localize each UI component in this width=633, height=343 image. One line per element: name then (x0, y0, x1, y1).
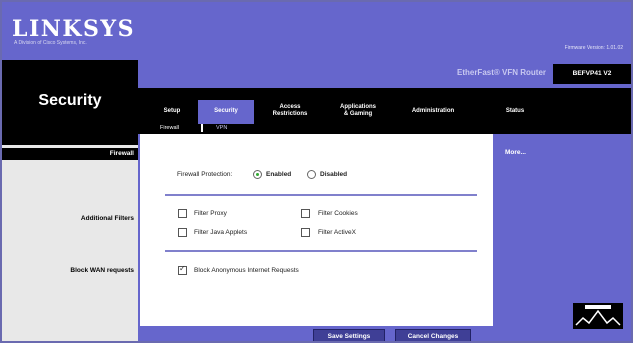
tab-setup[interactable]: Setup (152, 108, 192, 115)
label-column (2, 145, 138, 341)
subtab-divider (201, 124, 203, 132)
model-badge: BEFVP41 V2 (553, 64, 631, 84)
help-column (493, 134, 631, 326)
filter-cookies-checkbox[interactable] (301, 209, 310, 218)
more-help-link[interactable]: More... (505, 149, 526, 156)
additional-filters-label: Additional Filters (80, 215, 134, 222)
product-name: EtherFast® VFN Router (456, 68, 546, 77)
firmware-version: Firmware Version: 1.01.02 (564, 45, 623, 51)
tab-status[interactable]: Status (490, 108, 540, 115)
section-divider (165, 194, 477, 196)
cancel-changes-button[interactable]: Cancel Changes (395, 329, 471, 341)
page-title: Security (38, 92, 102, 109)
section-divider (165, 250, 477, 252)
firewall-protection-label: Firewall Protection: (177, 171, 233, 178)
save-settings-button[interactable]: Save Settings (313, 329, 385, 341)
tab-access-restrictions[interactable]: Access Restrictions (260, 104, 320, 118)
subtab-vpn[interactable]: VPN (216, 125, 227, 131)
filter-java-checkbox[interactable] (178, 228, 187, 237)
block-wan-label: Block WAN requests (70, 267, 134, 274)
filter-java-label: Filter Java Applets (194, 229, 248, 236)
block-anonymous-label: Block Anonymous Internet Requests (194, 267, 299, 274)
linksys-logo: LINKSYS (12, 16, 135, 42)
tab-administration[interactable]: Administration (397, 108, 469, 115)
block-anonymous-checkbox[interactable] (178, 264, 187, 275)
router-admin-page: LINKSYS A Division of Cisco Systems, Inc… (0, 0, 633, 343)
cisco-systems-logo (573, 303, 623, 329)
tab-security[interactable]: Security (200, 108, 252, 115)
tab-applications-gaming[interactable]: Applications & Gaming (327, 104, 389, 118)
subtab-firewall[interactable]: Firewall (160, 125, 179, 131)
firewall-enabled-radio[interactable] (253, 170, 262, 179)
firewall-disabled-radio[interactable] (307, 170, 316, 179)
filter-cookies-label: Filter Cookies (318, 210, 358, 217)
filter-activex-checkbox[interactable] (301, 228, 310, 237)
logo-subtitle: A Division of Cisco Systems, Inc. (14, 40, 87, 46)
firewall-enabled-label: Enabled (266, 171, 292, 178)
firewall-disabled-label: Disabled (320, 171, 348, 178)
filter-proxy-label: Filter Proxy (194, 210, 227, 217)
filter-proxy-checkbox[interactable] (178, 209, 187, 218)
main-content (138, 134, 493, 326)
filter-activex-label: Filter ActiveX (318, 229, 356, 236)
firewall-section-label: Firewall (109, 150, 134, 157)
